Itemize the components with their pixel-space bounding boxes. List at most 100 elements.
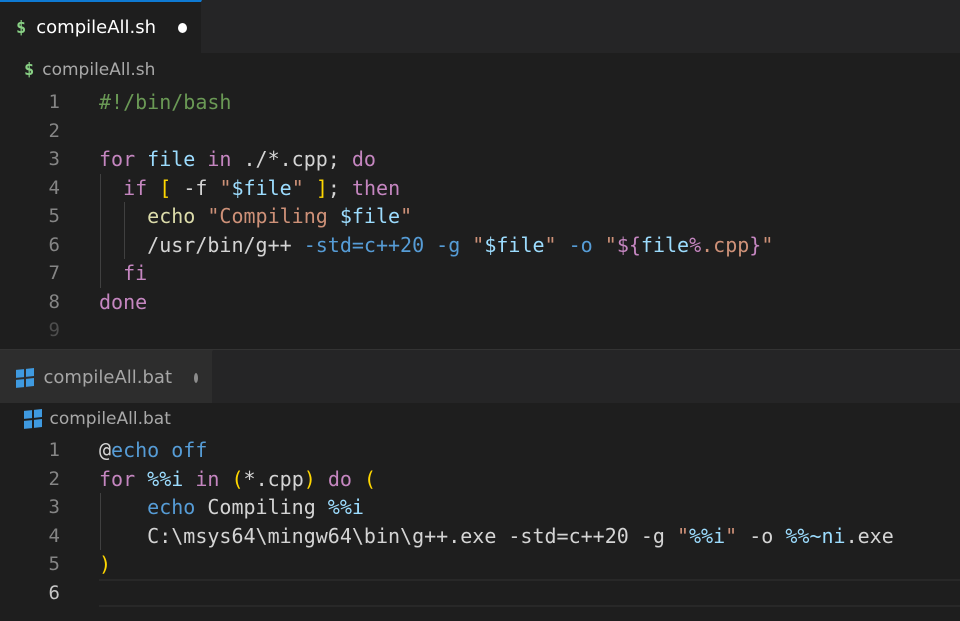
code-token: for [99,147,136,171]
code-line[interactable]: 1 #!/bin/bash [0,88,960,117]
line-number: 6 [48,233,60,256]
code-line[interactable]: 5 echo "Compiling $file" [0,202,960,231]
line-text: fi [99,259,147,288]
code-token: echo off [111,438,208,462]
line-text: C:\msys64\mingw64\bin\g++.exe -std=c++20… [99,522,894,551]
tab-compileall-sh[interactable]: $ compileAll.sh [0,0,202,53]
code-line[interactable]: 6 /usr/bin/g++ -std=c++20 -g "$file" -o … [0,231,960,260]
code-line[interactable]: 2 [0,117,960,146]
dollar-sign-icon: $ [24,60,35,80]
code-token: C:\msys64\mingw64\bin\g++.exe -std=c++20… [99,523,677,548]
code-token: " [761,232,774,257]
code-token: " [219,175,232,200]
code-token: % [689,232,702,257]
tab-bar: compileAll.bat [0,350,960,403]
line-number: 3 [48,148,60,170]
code-line[interactable]: 6 [0,578,960,608]
indent-guide [124,202,126,259]
code-token: /usr/bin/g++ [99,232,304,257]
code-token: then [351,175,401,200]
code-token: ; [327,175,352,200]
code-token: -o [568,232,605,257]
code-editor[interactable]: 1 @echo off 2 for %%i in (*.cpp) do (3 echo… [0,436,960,607]
code-token: [ [159,175,172,200]
indent-guide [100,493,101,550]
code-token: %%~ni [785,523,846,548]
line-number: 4 [48,524,60,547]
code-token: for [99,466,136,491]
dollar-sign-icon: $ [16,17,27,38]
editor-pane-compileall-sh: $ compileAll.sh $ compileAll.sh 1 #!/bin/… [0,0,960,349]
code-token: #!/bin/bash [99,90,232,114]
tab-label: compileAll.bat [43,367,173,388]
code-token: if [123,175,148,200]
tab-label: compileAll.sh [36,17,157,38]
code-token: $file [339,204,401,228]
code-token: %%i [327,495,364,519]
code-token: $file [484,232,545,257]
code-token: ./*.cpp; [231,147,352,171]
tab-bar: $ compileAll.sh [0,0,960,53]
code-token: " [725,523,738,548]
code-token: %%i [147,466,184,491]
code-line[interactable]: 4 C:\msys64\mingw64\bin\g++.exe -std=c++… [0,522,960,551]
code-token: -f [171,175,220,200]
unsaved-dot-icon[interactable] [178,22,187,33]
breadcrumb-file-label: compileAll.bat [49,409,171,429]
windows-icon [16,367,34,388]
code-token: } [749,232,762,257]
line-text: /usr/bin/g++ -std=c++20 -g "$file" -o "$… [99,231,773,260]
code-line[interactable]: 7 fi [0,259,960,288]
line-text: #!/bin/bash [99,88,231,117]
editor-pane-compileall-bat: compileAll.bat compileAll.bat 1 @echo off… [0,349,960,621]
breadcrumb-file-label: compileAll.sh [42,60,156,80]
breadcrumb[interactable]: $ compileAll.sh [24,55,155,85]
code-token: file [640,232,690,257]
code-token: echo [147,204,196,228]
code-token: -o [737,523,786,548]
line-number: 6 [48,581,60,604]
code-editor[interactable]: 1 #!/bin/bash 2 3 for file in ./*.cpp; do 4 i… [0,88,960,345]
line-text: done [99,288,147,317]
code-line[interactable]: 5) [0,550,960,579]
line-number: 7 [48,262,60,284]
code-line[interactable]: 9 [0,316,960,345]
unsaved-dot-icon[interactable] [194,372,198,383]
code-line[interactable]: 2 for %%i in (*.cpp) do ( [0,465,960,494]
code-token: .cpp [701,232,750,257]
breadcrumb[interactable]: compileAll.bat [24,404,171,434]
code-token: -std=c++20 -g [303,232,473,257]
code-line[interactable]: 8 done [0,288,960,317]
code-token: Compiling [195,495,328,519]
line-text: if [ -f "$file" ]; then [99,174,400,203]
tab-compileall-bat[interactable]: compileAll.bat [0,350,213,403]
line-number: 9 [48,319,60,341]
code-token: ) [99,552,112,576]
code-line[interactable]: 3 echo Compiling %%i [0,493,960,522]
code-token: ( [363,466,377,491]
code-line[interactable]: 3 for file in ./*.cpp; do [0,145,960,174]
line-number: 2 [48,119,60,142]
code-token: ${ [616,232,641,257]
windows-icon [24,409,42,429]
code-token: .exe [845,523,894,548]
code-token: "Compiling [207,204,340,228]
line-text: echo Compiling %%i [99,493,364,522]
code-line[interactable]: 4 if [ -f "$file" ]; then [0,174,960,203]
code-token: do [351,147,376,171]
indent-guide [100,173,101,288]
code-token: fi [123,261,148,285]
line-text: @echo off [99,436,207,465]
code-token: *.cpp [243,466,304,491]
line-text: echo "Compiling $file" [99,202,412,231]
code-line[interactable]: 1 @echo off [0,436,960,465]
